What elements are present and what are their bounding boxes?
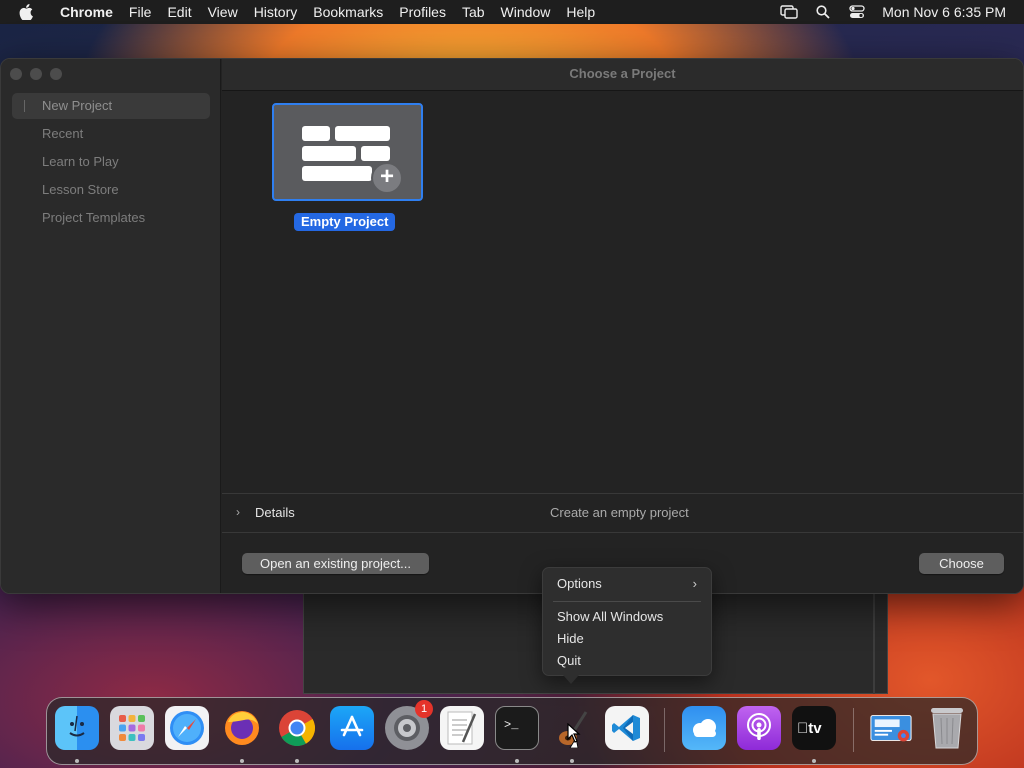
menu-item-options[interactable]: Options [557,576,602,591]
menu-history[interactable]: History [246,0,306,24]
menu-bar: Chrome File Edit View History Bookmarks … [0,0,1024,24]
svg-text:tv: tv [797,720,822,737]
sidebar-item-label: Learn to Play [42,154,119,169]
menu-app-name[interactable]: Chrome [52,0,121,24]
menu-edit[interactable]: Edit [159,0,199,24]
apple-menu-icon[interactable] [0,0,52,24]
menu-tab[interactable]: Tab [454,0,493,24]
project-grid: + Empty Project [222,91,1023,493]
podcasts-icon[interactable] [737,706,781,750]
menu-item-show-all-windows[interactable]: Show All Windows [557,609,663,624]
sidebar-item-label: Project Templates [42,210,146,225]
details-label[interactable]: Details [255,505,295,520]
system-settings-icon[interactable]: 1 [385,700,433,750]
sidebar-item-label: Recent [42,126,84,141]
sidebar: New Project Recent Learn to Play Lesson … [1,59,221,593]
sidebar-item-learn-to-play[interactable]: Learn to Play [12,149,210,175]
menu-separator [553,601,701,602]
submenu-arrow-icon: › [692,576,697,591]
menu-profiles[interactable]: Profiles [391,0,454,24]
zoom-window-button[interactable] [50,68,62,80]
notification-badge: 1 [415,700,433,718]
details-bar: › Details Create an empty project [222,493,1023,533]
launchpad-icon[interactable] [110,706,154,750]
empty-project-tile[interactable]: + [272,103,423,201]
open-existing-project-button[interactable]: Open an existing project... [242,553,429,574]
choose-button[interactable]: Choose [919,553,1004,574]
disclosure-chevron-icon[interactable]: › [236,505,240,519]
minimize-window-button[interactable] [30,68,42,80]
weather-icon[interactable] [682,706,726,750]
empty-project-label[interactable]: Empty Project [294,213,396,231]
finder-icon[interactable] [55,706,99,750]
sidebar-item-lesson-store[interactable]: Lesson Store [12,177,210,203]
svg-text:>_: >_ [504,718,519,732]
screen-mirroring-icon[interactable] [772,0,806,24]
sidebar-item-recent[interactable]: Recent [12,121,210,147]
sidebar-item-project-templates[interactable]: Project Templates [12,205,210,231]
menu-help[interactable]: Help [558,0,603,24]
textedit-icon[interactable] [440,706,484,750]
menu-view[interactable]: View [200,0,246,24]
preview-icon[interactable] [869,706,913,750]
trash-icon[interactable] [925,706,969,750]
control-center-icon[interactable] [840,0,874,24]
sidebar-item-label: Lesson Store [42,182,119,197]
document-icon [24,100,34,112]
terminal-icon[interactable]: >_ [495,706,539,750]
vscode-icon[interactable] [605,706,649,750]
chrome-icon[interactable] [275,706,319,750]
mouse-pointer-icon [567,722,581,748]
menu-bookmarks[interactable]: Bookmarks [305,0,391,24]
dock: 1 >_ tv [46,697,978,765]
spotlight-search-icon[interactable] [806,0,840,24]
choose-project-window: New Project Recent Learn to Play Lesson … [0,58,1024,594]
menu-window[interactable]: Window [493,0,559,24]
window-controls [10,68,62,80]
details-description: Create an empty project [550,505,689,520]
window-title: Choose a Project [222,59,1023,91]
add-icon: + [371,162,403,194]
firefox-icon[interactable] [220,706,264,750]
menu-item-hide[interactable]: Hide [557,631,584,646]
dock-context-menu: Options › Show All Windows Hide Quit [542,567,712,684]
app-store-icon[interactable] [330,706,374,750]
sidebar-item-new-project[interactable]: New Project [12,93,210,119]
menu-file[interactable]: File [121,0,160,24]
apple-tv-icon[interactable]: tv [792,706,836,750]
close-window-button[interactable] [10,68,22,80]
menu-item-quit[interactable]: Quit [557,653,581,668]
menu-bar-clock[interactable]: Mon Nov 6 6:35 PM [874,4,1024,20]
sidebar-item-label: New Project [42,98,113,113]
safari-icon[interactable] [165,706,209,750]
